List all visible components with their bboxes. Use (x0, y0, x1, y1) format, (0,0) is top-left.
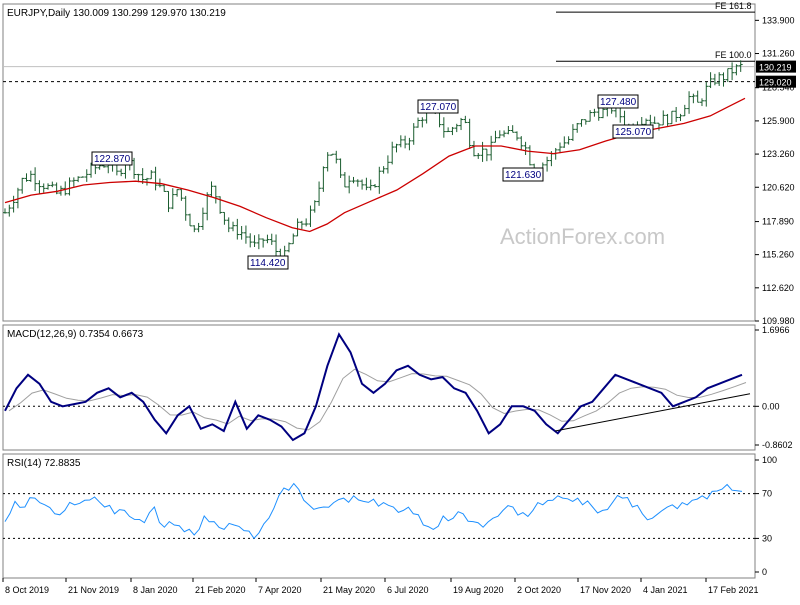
price-ytick-label: 123.260 (762, 149, 795, 159)
rsi-panel: 100 70 30 0 (3, 455, 777, 577)
macd-panel: 1.6966 0.00 -0.8602 (3, 325, 793, 450)
fib-label: FE 161.8 (715, 1, 752, 11)
x-tick-label: 17 Feb 2021 (708, 585, 759, 595)
x-tick-label: 21 May 2020 (323, 585, 375, 595)
x-tick-label: 8 Jan 2020 (133, 585, 178, 595)
x-tick-label: 17 Nov 2020 (580, 585, 631, 595)
x-tick-label: 4 Jan 2021 (643, 585, 688, 595)
rsi-ytick-label: 30 (762, 533, 772, 543)
x-tick-label: 7 Apr 2020 (258, 585, 302, 595)
watermark: ActionForex.com (500, 224, 665, 249)
price-annotation-label: 127.480 (600, 97, 637, 108)
price-ytick-label: 117.890 (762, 217, 794, 227)
x-tick-label: 21 Feb 2020 (195, 585, 246, 595)
macd-signal-line (8, 368, 747, 431)
x-tick-label: 21 Nov 2019 (68, 585, 119, 595)
macd-ytick-label: 1.6966 (762, 325, 790, 335)
macd-line (4, 332, 743, 442)
chart-svg: 133.900131.260128.540125.900123.260120.6… (2, 1, 796, 595)
rsi-panel-title: RSI(14) 72.8835 (7, 458, 81, 469)
rsi-panel-frame (2, 453, 756, 579)
chart-stage: 133.900 131.260 128.540 125.900 123.260 120.6… (0, 0, 800, 600)
rsi-ytick-label: 70 (762, 489, 772, 499)
price-ytick-label: 120.620 (762, 182, 795, 192)
price-annotation-label: 114.420 (250, 258, 286, 269)
x-axis: 8 Oct 2019 21 Nov 2019 8 Jan 2020 21 Feb 20… (2, 578, 759, 595)
macd-trendline (554, 393, 751, 432)
price-ytick-label: 131.260 (762, 49, 795, 59)
macd-panel-title: MACD(12,26,9) 0.7354 0.6673 (7, 329, 144, 340)
price-annotation-label: 122.870 (94, 154, 131, 165)
rsi-ytick-label: 100 (762, 455, 777, 465)
price-panel: 133.900131.260128.540125.900123.260120.6… (3, 1, 796, 326)
rsi-ytick-label: 0 (762, 567, 767, 577)
price-annotation-label: 121.630 (505, 170, 542, 181)
x-tick-label: 2 Oct 2020 (517, 585, 561, 595)
last-price-label: 130.219 (759, 63, 792, 73)
macd-ytick-label: 0.00 (762, 401, 780, 411)
price-annotation-label: 125.070 (615, 127, 652, 138)
macd-ytick-label: -0.8602 (762, 440, 793, 450)
price-ytick-label: 112.620 (762, 283, 794, 293)
price-annotation-label: 127.070 (420, 102, 457, 113)
rsi-line (4, 482, 743, 540)
x-tick-label: 8 Oct 2019 (5, 585, 49, 595)
x-tick-label: 6 Jul 2020 (387, 585, 429, 595)
price-ytick-label: 115.260 (762, 250, 794, 260)
fib-label: FE 100.0 (715, 50, 752, 60)
ref-price-label: 129.020 (759, 78, 792, 88)
price-ytick-label: 125.900 (762, 116, 795, 126)
price-panel-title: EURJPY,Daily 130.009 130.299 129.970 130… (7, 8, 226, 19)
price-ytick-label: 133.900 (762, 15, 795, 25)
x-tick-label: 19 Aug 2020 (453, 585, 504, 595)
